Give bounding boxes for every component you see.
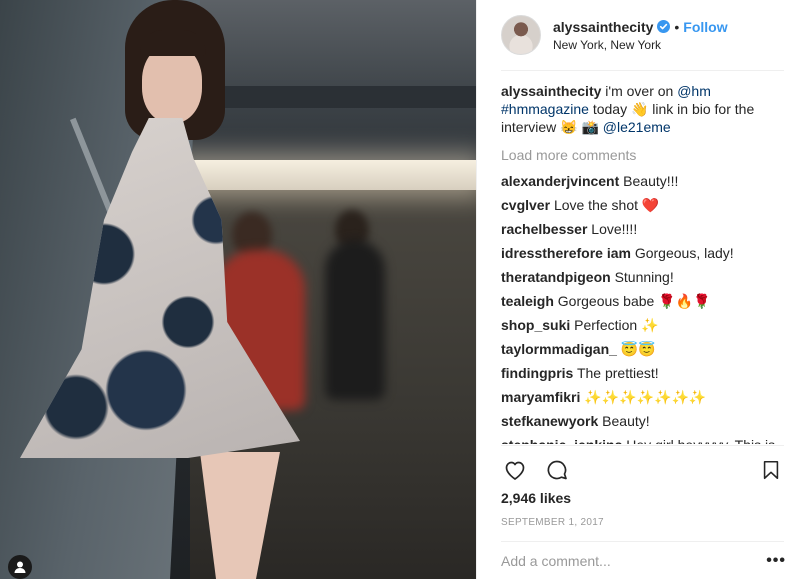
caption-text-1: i'm over on — [601, 83, 678, 99]
comment-username[interactable]: tealeigh — [501, 293, 554, 309]
comment-row: stephanie_jenkins Hey girl heyyyyy. This… — [501, 436, 793, 444]
comment-row: theratandpigeon Stunning! — [501, 268, 793, 286]
comment-username[interactable]: alexanderjvincent — [501, 173, 619, 189]
comment-row: maryamfikri ✨✨✨✨✨✨✨ — [501, 388, 793, 406]
comment-text: ✨✨✨✨✨✨✨ — [584, 389, 707, 405]
post-header: alyssainthecity • Follow New York, New Y… — [477, 0, 808, 70]
photo-light — [180, 160, 476, 190]
comment-username[interactable]: rachelbesser — [501, 221, 587, 237]
likes-count[interactable]: 2,946 likes — [501, 490, 571, 506]
caption-username[interactable]: alyssainthecity — [501, 83, 601, 99]
caption-mention-hm[interactable]: @hm — [677, 83, 711, 99]
comment-username[interactable]: maryamfikri — [501, 389, 580, 405]
comment-text: The prettiest! — [576, 365, 659, 381]
comment-text: Gorgeous, lady! — [634, 245, 734, 261]
avatar[interactable] — [501, 15, 541, 55]
comment-username[interactable]: cvglver — [501, 197, 550, 213]
comment-row: stefkanewyork Beauty! — [501, 412, 793, 430]
comment-row: idresstherefore iam Gorgeous, lady! — [501, 244, 793, 262]
comment-username[interactable]: stephanie_jenkins — [501, 437, 622, 444]
comment-username[interactable]: findingpris — [501, 365, 573, 381]
comment-text: 😇😇 — [620, 341, 656, 357]
comment-text: Beauty! — [602, 413, 650, 429]
comment-text: Hey girl heyyyyy. This is — [626, 437, 775, 444]
comment-username[interactable]: stefkanewyork — [501, 413, 598, 429]
comment-row: findingpris The prettiest! — [501, 364, 793, 382]
comment-text: Perfection ✨ — [574, 317, 659, 333]
comment-row: rachelbesser Love!!!! — [501, 220, 793, 238]
comment-row: tealeigh Gorgeous babe 🌹🔥🌹 — [501, 292, 793, 310]
post-side-panel: alyssainthecity • Follow New York, New Y… — [476, 0, 808, 579]
actions-divider — [501, 445, 784, 446]
heart-icon[interactable] — [501, 456, 529, 484]
photo-subject-bangs — [140, 30, 206, 56]
caption-mention-le21eme[interactable]: @le21eme — [603, 119, 671, 135]
post-caption: alyssainthecity i'm over on @hm #hmmagaz… — [501, 82, 793, 136]
comment-row: shop_suki Perfection ✨ — [501, 316, 793, 334]
comment-row: cvglver Love the shot ❤️ — [501, 196, 793, 214]
post-location[interactable]: New York, New York — [553, 38, 728, 52]
comment-text: Love the shot ❤️ — [553, 197, 660, 213]
post-photo[interactable] — [0, 0, 476, 579]
comment-username[interactable]: taylormmadigan_ — [501, 341, 617, 357]
comment-entries: alexanderjvincent Beauty!!! cvglver Love … — [501, 172, 793, 444]
comment-row: taylormmadigan_ 😇😇 — [501, 340, 793, 358]
bookmark-icon[interactable] — [757, 456, 785, 484]
comment-username[interactable]: idresstherefore iam — [501, 245, 631, 261]
load-more-comments-button[interactable]: Load more comments — [501, 146, 793, 164]
comment-row: alexanderjvincent Beauty!!! — [501, 172, 793, 190]
header-info: alyssainthecity • Follow New York, New Y… — [553, 19, 728, 52]
post-date[interactable]: SEPTEMBER 1, 2017 — [501, 517, 604, 528]
comments-list[interactable]: alyssainthecity i'm over on @hm #hmmagaz… — [501, 82, 793, 444]
comment-text: Beauty!!! — [623, 173, 679, 189]
header-divider — [501, 70, 784, 71]
comment-text: Stunning! — [614, 269, 674, 285]
photo-beam — [200, 86, 476, 108]
comment-username[interactable]: theratandpigeon — [501, 269, 611, 285]
comment-username[interactable]: shop_suki — [501, 317, 570, 333]
comment-text: Love!!!! — [591, 221, 638, 237]
separator-dot: • — [674, 18, 680, 35]
header-user-line: alyssainthecity • Follow — [553, 19, 728, 35]
comment-bubble-icon[interactable] — [543, 456, 571, 484]
user-tag-icon[interactable] — [8, 555, 32, 579]
caption-hashtag[interactable]: #hmmagazine — [501, 101, 589, 117]
comment-text: Gorgeous babe 🌹🔥🌹 — [557, 293, 711, 309]
photo-subject-face — [142, 45, 202, 123]
follow-button[interactable]: Follow — [683, 19, 727, 35]
more-options-button[interactable]: ••• — [766, 552, 786, 570]
verified-badge-icon — [657, 20, 671, 33]
add-comment-input[interactable] — [501, 553, 763, 569]
add-comment-divider — [501, 541, 784, 542]
action-bar — [501, 456, 785, 484]
header-username[interactable]: alyssainthecity — [553, 19, 653, 35]
instagram-post: alyssainthecity • Follow New York, New Y… — [0, 0, 808, 579]
photo-bg-person-dark — [325, 240, 385, 400]
